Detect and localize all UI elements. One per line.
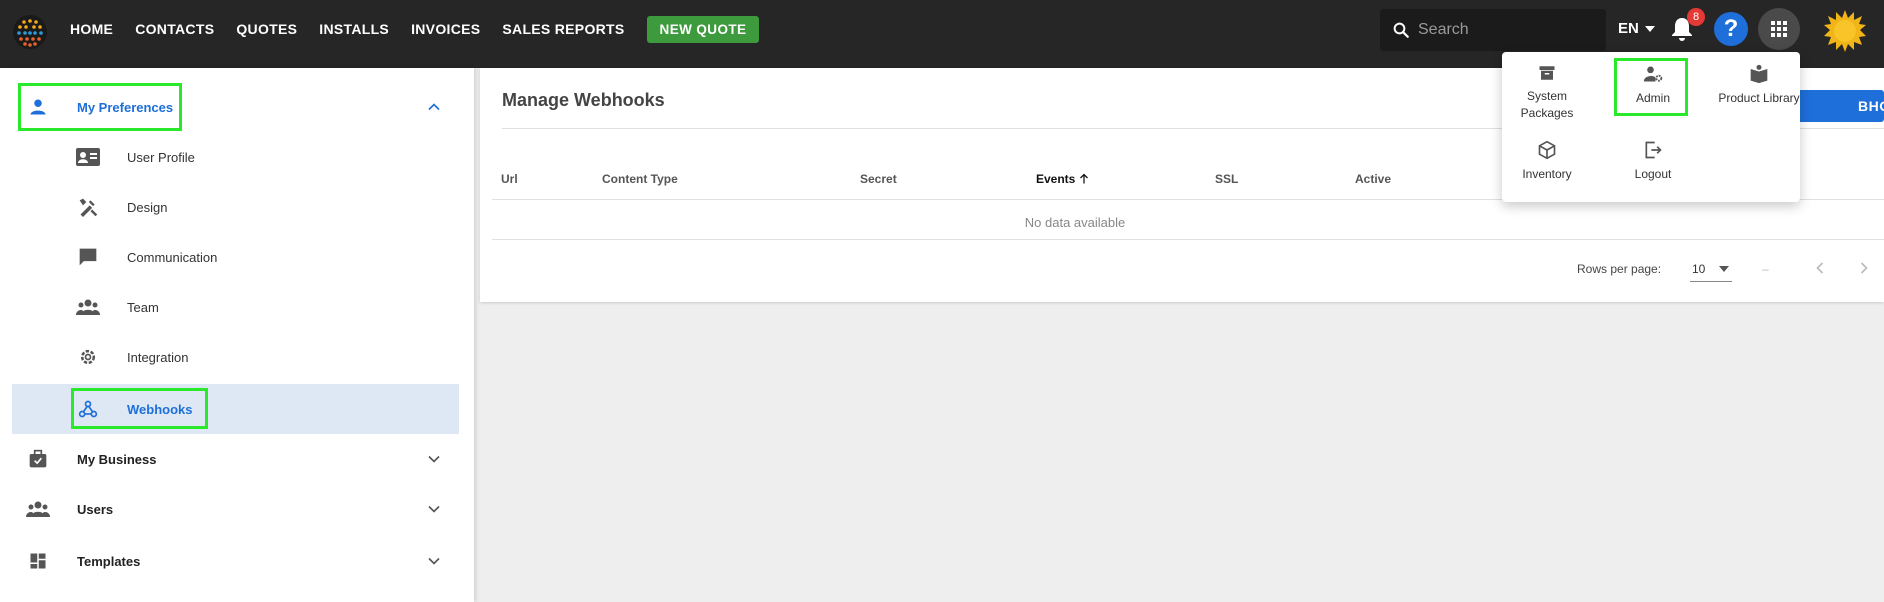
book-icon bbox=[1750, 64, 1768, 84]
column-events[interactable]: Events bbox=[1036, 158, 1090, 200]
highlight-box bbox=[18, 83, 182, 131]
id-card-icon bbox=[76, 145, 100, 169]
sidebar-item-my-business[interactable]: My Business bbox=[0, 434, 474, 484]
sidebar: My Preferences User Profile Design Commu… bbox=[0, 68, 474, 602]
menu-item-logout[interactable]: Logout bbox=[1608, 134, 1698, 198]
nav-installs[interactable]: INSTALLS bbox=[319, 21, 389, 37]
apps-menu-button[interactable] bbox=[1758, 8, 1800, 50]
page-title: Manage Webhooks bbox=[502, 90, 665, 110]
nav-home[interactable]: HOME bbox=[70, 21, 113, 37]
sort-arrow-up-icon bbox=[1080, 173, 1089, 184]
chevron-down-icon[interactable] bbox=[424, 499, 444, 519]
sidebar-item-label: Integration bbox=[127, 349, 189, 365]
main-nav: HOME CONTACTS QUOTES INSTALLS INVOICES S… bbox=[70, 0, 760, 58]
search-icon bbox=[1393, 22, 1409, 38]
divider bbox=[492, 239, 1884, 240]
language-selector[interactable]: EN bbox=[1618, 20, 1655, 37]
menu-item-inventory[interactable]: Inventory bbox=[1502, 134, 1592, 198]
archive-icon bbox=[1539, 66, 1555, 80]
column-active[interactable]: Active bbox=[1355, 158, 1391, 200]
sidebar-item-label: Templates bbox=[77, 553, 141, 569]
sidebar-item-label: Design bbox=[127, 199, 168, 215]
chevron-up-icon[interactable] bbox=[424, 97, 444, 117]
menu-item-label: Inventory bbox=[1522, 167, 1572, 181]
column-label: Events bbox=[1036, 172, 1076, 186]
nav-sales-reports[interactable]: SALES REPORTS bbox=[502, 21, 624, 37]
gear-icon bbox=[76, 345, 100, 369]
chevron-right-icon[interactable] bbox=[1854, 258, 1874, 278]
sidebar-item-label: Users bbox=[77, 501, 114, 517]
sidebar-item-label: Communication bbox=[127, 249, 218, 265]
app-logo-icon[interactable] bbox=[12, 14, 48, 50]
logout-icon bbox=[1645, 141, 1662, 159]
sidebar-item-team[interactable]: Team bbox=[0, 282, 474, 332]
briefcase-icon bbox=[26, 447, 50, 471]
language-label: EN bbox=[1618, 20, 1639, 37]
empty-state: No data available bbox=[1024, 214, 1126, 230]
user-avatar[interactable] bbox=[1824, 10, 1866, 52]
sidebar-item-templates[interactable]: Templates bbox=[0, 536, 474, 586]
rows-per-page-value: 10 bbox=[1692, 261, 1706, 276]
column-secret[interactable]: Secret bbox=[860, 158, 897, 200]
search-input[interactable] bbox=[1418, 21, 1588, 39]
menu-item-label: Product Library bbox=[1718, 91, 1800, 105]
sidebar-item-label: My Business bbox=[77, 451, 157, 467]
users-icon bbox=[26, 497, 50, 521]
sidebar-item-user-profile[interactable]: User Profile bbox=[0, 132, 474, 182]
sidebar-item-integration[interactable]: Integration bbox=[0, 332, 474, 382]
design-tools-icon bbox=[76, 195, 100, 219]
search-box[interactable] bbox=[1380, 9, 1606, 51]
nav-invoices[interactable]: INVOICES bbox=[411, 21, 480, 37]
notification-badge: 8 bbox=[1687, 8, 1705, 26]
column-content-type[interactable]: Content Type bbox=[602, 158, 678, 200]
chevron-down-icon[interactable] bbox=[424, 449, 444, 469]
chevron-left-icon[interactable] bbox=[1810, 258, 1830, 278]
highlight-box bbox=[1614, 58, 1688, 116]
caret-down-icon bbox=[1644, 25, 1655, 32]
dashboard-icon bbox=[26, 549, 50, 573]
sidebar-item-design[interactable]: Design bbox=[0, 182, 474, 232]
column-ssl[interactable]: SSL bbox=[1215, 158, 1238, 200]
sidebar-item-users[interactable]: Users bbox=[0, 484, 474, 534]
highlight-box bbox=[71, 388, 208, 429]
nav-contacts[interactable]: CONTACTS bbox=[135, 21, 214, 37]
rows-per-page-label: Rows per page: bbox=[1577, 262, 1662, 276]
grid-icon bbox=[1771, 21, 1787, 37]
table-footer: Rows per page: 10 – bbox=[480, 244, 1884, 294]
cube-icon bbox=[1538, 140, 1556, 160]
rows-per-page-select[interactable]: 10 bbox=[1690, 256, 1732, 282]
column-url[interactable]: Url bbox=[501, 158, 518, 200]
caret-down-icon bbox=[1719, 265, 1730, 272]
chat-bubble-icon bbox=[76, 245, 100, 269]
menu-item-label: System Packages bbox=[1520, 89, 1574, 120]
menu-item-system-packages[interactable]: System Packages bbox=[1502, 58, 1592, 122]
sidebar-item-label: User Profile bbox=[127, 149, 195, 165]
chevron-down-icon[interactable] bbox=[424, 551, 444, 571]
page-range: – bbox=[1762, 262, 1769, 276]
help-button[interactable]: ? bbox=[1714, 12, 1748, 46]
menu-item-product-library[interactable]: Product Library bbox=[1714, 58, 1804, 122]
team-icon bbox=[76, 295, 100, 319]
sidebar-item-communication[interactable]: Communication bbox=[0, 232, 474, 282]
new-quote-button[interactable]: NEW QUOTE bbox=[646, 15, 760, 43]
nav-quotes[interactable]: QUOTES bbox=[236, 21, 297, 37]
sidebar-item-label: Team bbox=[127, 299, 159, 315]
menu-item-label: Logout bbox=[1634, 167, 1672, 181]
